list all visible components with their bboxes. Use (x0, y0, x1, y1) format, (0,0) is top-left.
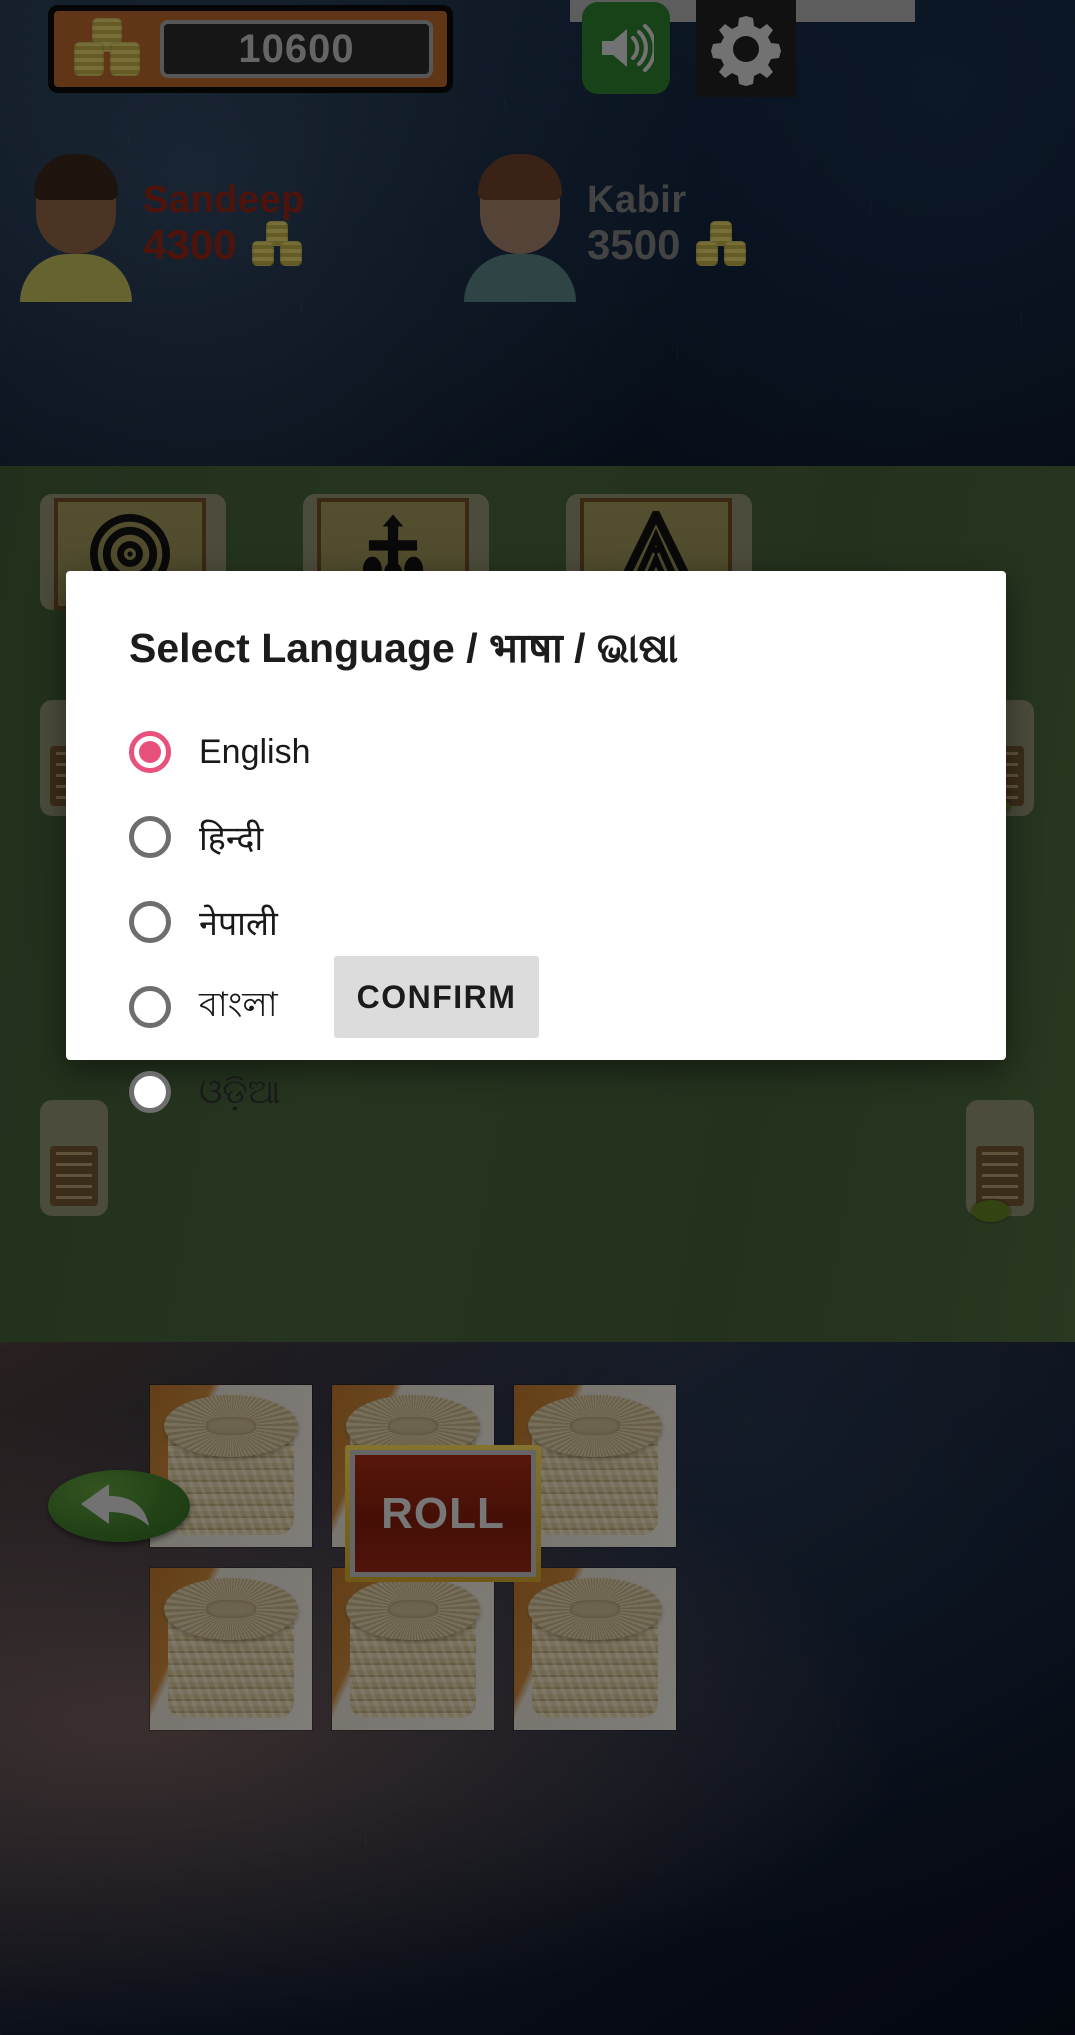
game-screen: 10600 Sandeep 4300 Kabir 3500 ROLL Selec… (0, 0, 1075, 2035)
language-option-label: ଓଡ଼ିଆ (199, 1072, 281, 1111)
dialog-title: Select Language / भाषा / ଭାଷା (129, 625, 679, 671)
language-option-hindi[interactable]: हिन्दी (129, 808, 949, 866)
language-option-label: हिन्दी (199, 820, 264, 858)
language-option-english[interactable]: English (129, 723, 949, 781)
language-dialog: Select Language / भाषा / ଭାଷା English हि… (66, 571, 1006, 1113)
language-option-odia[interactable]: ଓଡ଼ିଆ (129, 1063, 949, 1121)
language-option-bangla[interactable]: বাংলা (129, 978, 949, 1036)
language-option-list: English हिन्दी नेपाली বাংলা ଓଡ଼ିଆ (129, 723, 949, 1148)
language-option-label: বাংলা (199, 985, 278, 1024)
language-option-label: नेपाली (199, 905, 278, 943)
confirm-button[interactable]: CONFIRM (334, 956, 539, 1038)
radio-unselected-icon[interactable] (129, 986, 171, 1028)
radio-unselected-icon[interactable] (129, 816, 171, 858)
language-option-nepali[interactable]: नेपाली (129, 893, 949, 951)
radio-unselected-icon[interactable] (129, 901, 171, 943)
radio-unselected-icon[interactable] (129, 1071, 171, 1113)
language-option-label: English (199, 732, 311, 771)
radio-selected-icon[interactable] (129, 731, 171, 773)
